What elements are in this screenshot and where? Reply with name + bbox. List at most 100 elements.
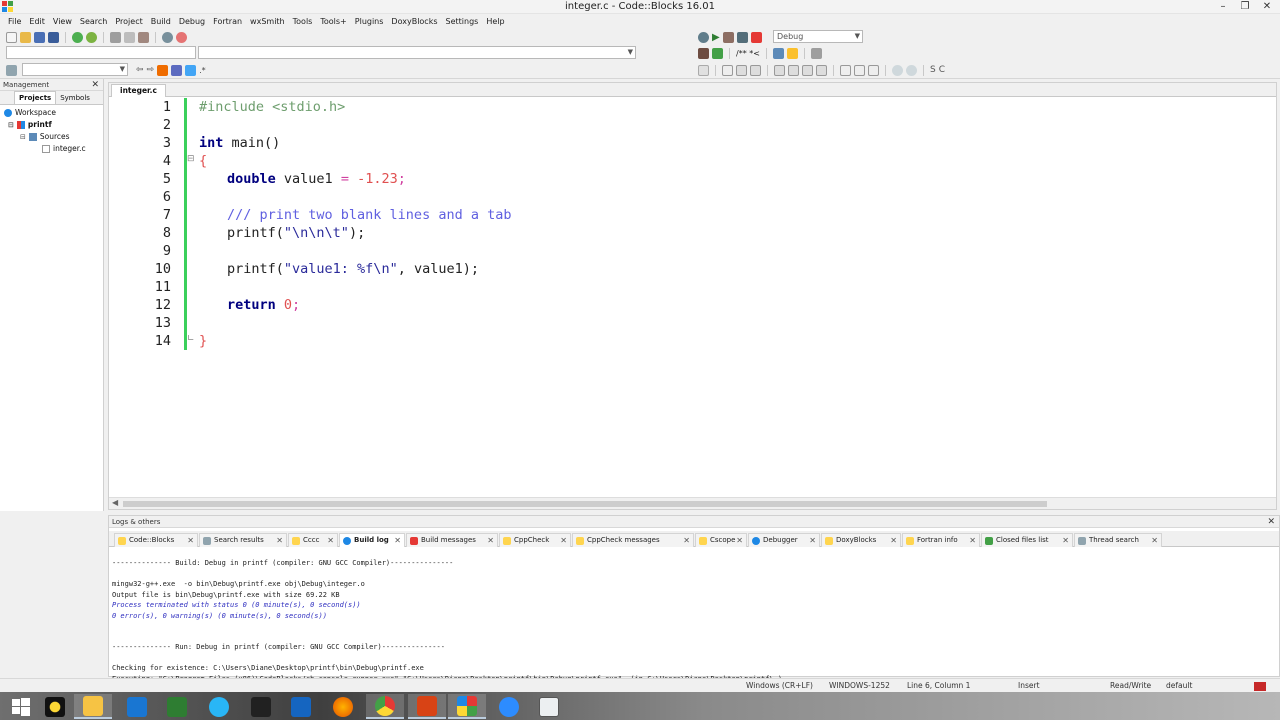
tab-doxyblocks[interactable]: DoxyBlocks ✕ [821,533,901,547]
scrollbar-thumb[interactable] [123,501,1047,507]
zoom-out-icon[interactable] [906,64,917,76]
tab-cscope[interactable]: Cscope ✕ [695,533,747,547]
tree-file[interactable]: integer.c [4,143,99,155]
tab-cppcheck-messages[interactable]: CppCheck messages ✕ [572,533,694,547]
tab-thread-search[interactable]: Thread search ✕ [1074,533,1162,547]
build-log-output[interactable]: -------------- Build: Debug in printf (c… [112,558,782,684]
tab-search-results[interactable]: Search results ✕ [199,533,287,547]
frame2-icon[interactable] [854,64,865,76]
scroll-left-icon[interactable]: ◀ [112,498,118,507]
find-icon[interactable] [162,31,173,43]
paste-icon[interactable] [138,31,149,43]
split-icon[interactable] [736,64,747,76]
refresh-icon[interactable]: C [939,65,945,75]
doxy-chm-icon[interactable] [786,47,798,59]
box-icon[interactable] [722,64,733,76]
close-icon[interactable]: ✕ [187,534,194,547]
cut-icon[interactable] [110,31,121,43]
tab-integer-c[interactable]: integer.c [111,84,166,97]
abort-icon[interactable] [750,31,762,43]
remote-desktop-icon[interactable] [118,694,156,719]
debug-continue-icon[interactable] [712,47,723,59]
close-window-button[interactable]: ✕ [1256,0,1278,14]
new-file-icon[interactable] [6,31,17,43]
tab-symbols[interactable]: Symbols [56,92,94,104]
collapse-icon[interactable]: ⊟ [8,119,14,131]
build-target-combo[interactable]: Debug ▼ [773,30,863,43]
menu-view[interactable]: View [49,14,76,29]
menu-tools-plus[interactable]: Tools+ [316,14,350,29]
close-icon[interactable]: ✕ [560,534,567,547]
tab-cppcheck[interactable]: CppCheck ✕ [499,533,571,547]
undo-icon[interactable] [72,31,83,43]
close-icon[interactable]: ✕ [809,534,816,547]
regex-icon[interactable]: .* [199,66,206,75]
frame3-icon[interactable] [868,64,879,76]
highlight-icon[interactable] [157,64,169,76]
tree-project[interactable]: ⊟ printf [4,119,99,131]
powerpoint-icon[interactable] [408,694,446,719]
frame-icon[interactable] [840,64,851,76]
doxy-config-icon[interactable] [810,47,822,59]
tree-workspace[interactable]: Workspace [4,107,99,119]
outlook-icon[interactable] [282,694,320,719]
open-file-icon[interactable] [20,31,31,43]
align-right-icon[interactable] [802,64,813,76]
pointer-icon[interactable] [698,64,709,76]
internet-explorer-icon[interactable] [200,694,238,719]
close-icon[interactable]: ✕ [890,534,897,547]
minimize-button[interactable]: – [1212,0,1234,14]
debug-icon[interactable] [698,47,709,59]
tab-build-log[interactable]: Build log ✕ [339,533,405,547]
video-app-icon[interactable] [490,694,528,719]
abc-icon[interactable] [185,64,197,76]
tab-cccc[interactable]: Cccc ✕ [288,533,338,547]
menu-fortran[interactable]: Fortran [209,14,246,29]
close-icon[interactable]: ✕ [736,534,743,547]
menu-project[interactable]: Project [111,14,146,29]
close-icon[interactable]: ✕ [969,534,976,547]
file-explorer-icon[interactable] [74,694,112,719]
symbol-s-icon[interactable]: S [930,65,936,75]
redo-icon[interactable] [86,31,97,43]
store-icon[interactable] [158,694,196,719]
menu-file[interactable]: File [4,14,25,29]
save-icon[interactable] [34,31,45,43]
chrome-icon[interactable] [366,694,404,719]
doxy-run-icon[interactable] [772,47,784,59]
build-run-icon[interactable] [722,31,734,43]
close-icon[interactable]: ✕ [683,534,690,547]
firefox-icon[interactable] [324,694,362,719]
collapse-icon[interactable]: ⊟ [20,131,26,143]
fold-marker-icon[interactable]: ⊟ [187,154,195,164]
menu-settings[interactable]: Settings [442,14,483,29]
horizontal-scrollbar[interactable]: ◀ [109,497,1276,509]
copy-icon[interactable] [124,31,135,43]
tab-debugger[interactable]: Debugger ✕ [748,533,820,547]
close-icon[interactable]: ✕ [91,79,99,91]
build-gear-icon[interactable] [698,31,709,43]
tab-build-messages[interactable]: Build messages ✕ [406,533,498,547]
jump-icon[interactable] [6,64,17,76]
close-icon[interactable]: ✕ [394,534,401,547]
menu-debug[interactable]: Debug [175,14,209,29]
menu-help[interactable]: Help [482,14,508,29]
align-icon[interactable] [774,64,785,76]
rebuild-icon[interactable] [736,31,748,43]
close-icon[interactable]: ✕ [276,534,283,547]
close-icon[interactable]: ✕ [487,534,494,547]
tab-codeblocks-log[interactable]: Code::Blocks ✕ [114,533,198,547]
windows-start-icon[interactable] [2,694,40,719]
restore-button[interactable]: ❐ [1234,0,1256,14]
function-combo[interactable]: ▼ [198,46,636,59]
menu-plugins[interactable]: Plugins [351,14,388,29]
forward-arrow-icon[interactable]: ⇨ [147,65,155,75]
replace-icon[interactable] [176,31,187,43]
media-app-icon[interactable] [242,694,280,719]
close-icon[interactable]: ✕ [1062,534,1069,547]
window-app-icon[interactable] [530,694,568,719]
tab-projects[interactable]: Projects [14,91,57,104]
close-icon[interactable]: ✕ [1267,516,1275,528]
tree-folder[interactable]: ⊟ Sources [4,131,99,143]
run-icon[interactable]: ▶ [712,32,720,43]
